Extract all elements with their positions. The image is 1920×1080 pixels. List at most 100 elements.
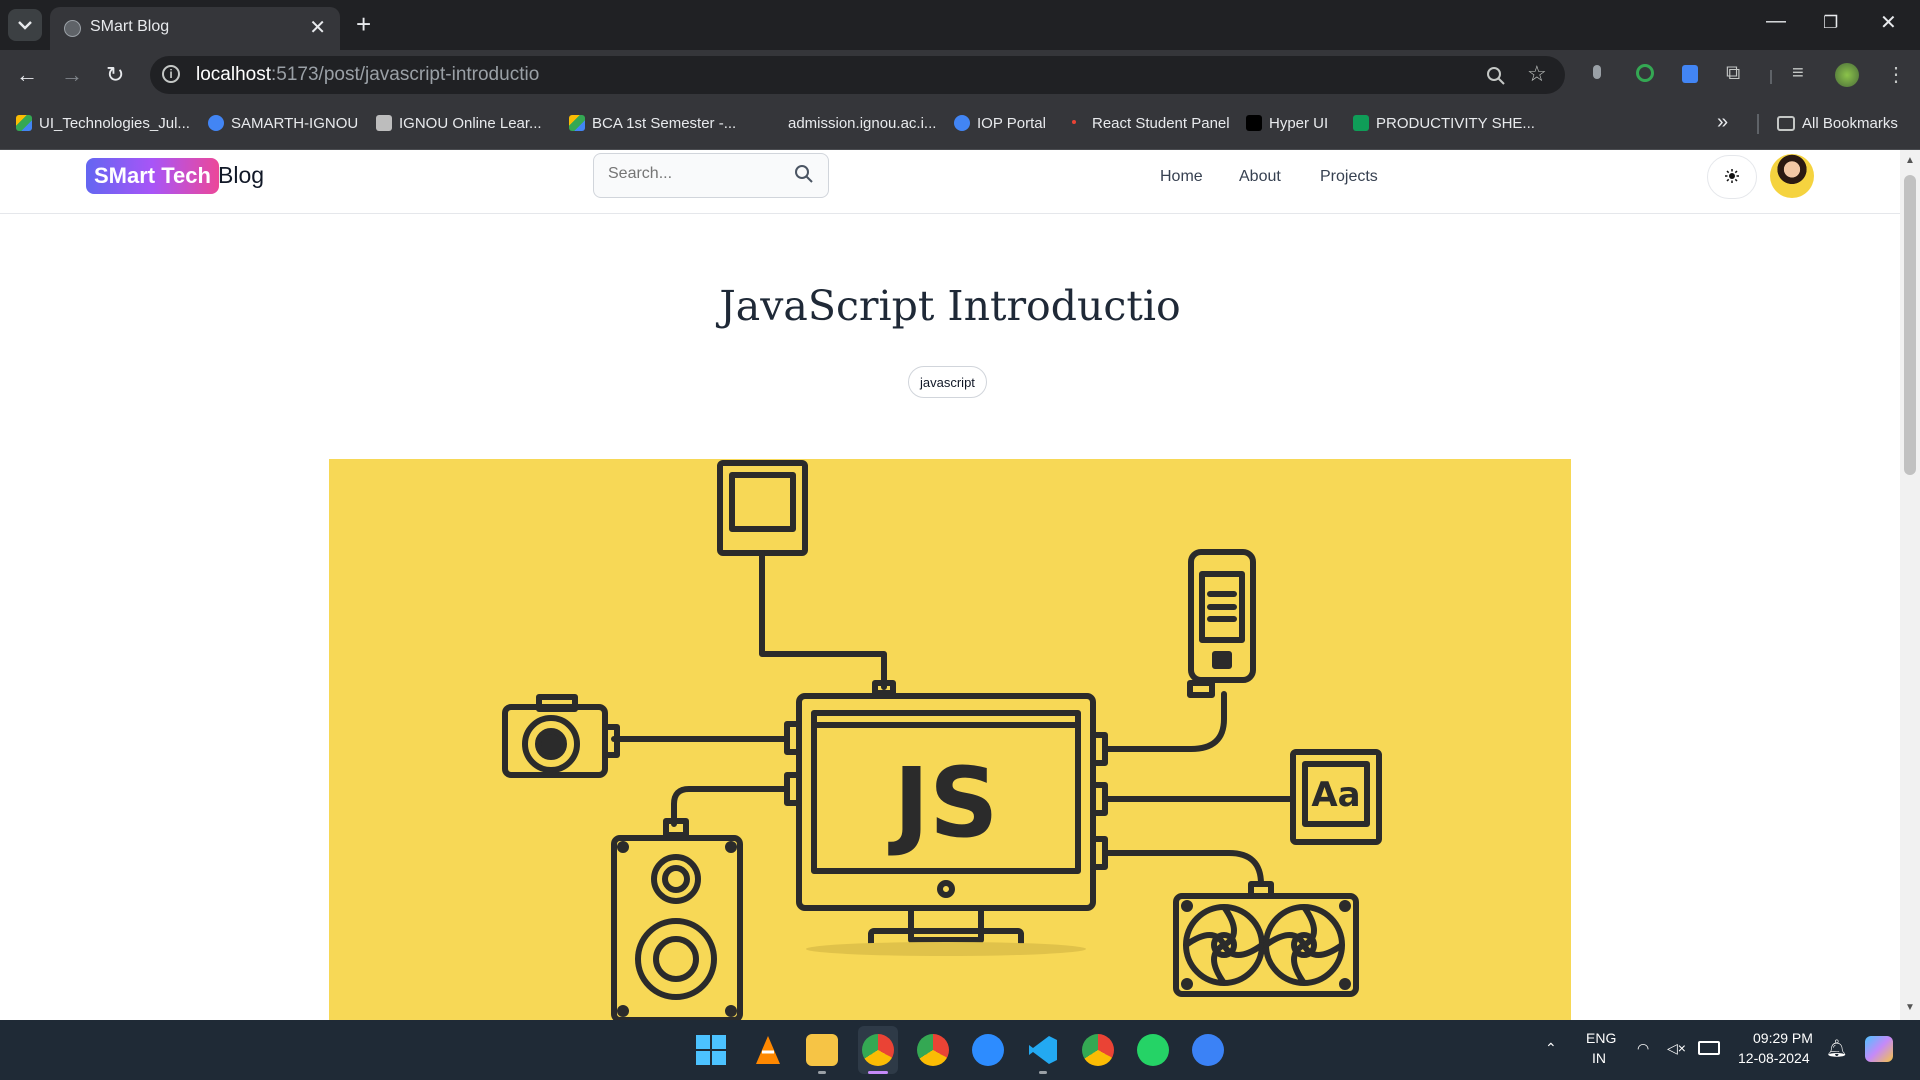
language-indicator[interactable]: ENG	[1586, 1030, 1616, 1046]
taskbar-active-indicator	[868, 1071, 888, 1074]
bookmark-label: Hyper UI	[1269, 115, 1329, 132]
extension-icon[interactable]	[1593, 65, 1601, 79]
close-tab-icon[interactable]: ✕	[309, 15, 326, 40]
bookmark-item[interactable]: PRODUCTIVITY SHE...	[1353, 115, 1535, 132]
theme-toggle-button[interactable]	[1707, 155, 1757, 199]
toolbar-divider	[1770, 70, 1772, 84]
chrome-icon[interactable]	[917, 1034, 949, 1066]
profile-avatar[interactable]	[1835, 63, 1859, 87]
bookmark-label: UI_Technologies_Jul...	[39, 115, 190, 132]
logo-badge[interactable]: SMart Tech	[86, 158, 219, 194]
bookmark-item[interactable]: IOP Portal	[954, 115, 1046, 132]
url-text[interactable]: localhost:5173/post/javascript-introduct…	[196, 64, 539, 86]
tab-search-dropdown[interactable]	[8, 9, 42, 41]
folder-icon	[1777, 116, 1795, 131]
bookmark-label: IOP Portal	[977, 115, 1046, 132]
site-info-icon[interactable]: i	[162, 65, 180, 83]
post-title: JavaScript Introductio	[719, 282, 1181, 330]
extensions-puzzle-icon[interactable]: ⧉	[1726, 62, 1740, 85]
chevron-down-icon	[18, 21, 32, 30]
drive-icon	[569, 115, 585, 131]
file-explorer-icon[interactable]	[806, 1034, 838, 1066]
globe-icon	[64, 20, 81, 37]
samarth-icon	[208, 115, 224, 131]
all-bookmarks-button[interactable]: All Bookmarks	[1777, 115, 1898, 132]
minimize-icon[interactable]: —	[1766, 10, 1786, 33]
bookmark-item[interactable]: Hyper UI	[1246, 115, 1328, 132]
bookmark-item[interactable]: admission.ignou.ac.i...	[788, 115, 936, 132]
all-bookmarks-label: All Bookmarks	[1802, 115, 1898, 132]
close-window-icon[interactable]: ✕	[1880, 10, 1897, 35]
menu-icon[interactable]: ⋮	[1886, 62, 1906, 87]
volume-muted-icon[interactable]: ◁×	[1667, 1040, 1686, 1057]
url-path: :5173/post/javascript-introductio	[271, 64, 540, 85]
browser-tab-bar: SMart Blog ✕ + — ❐ ✕	[0, 0, 1920, 50]
nav-about[interactable]: About	[1239, 168, 1281, 186]
scroll-up-icon[interactable]: ▲	[1905, 155, 1915, 166]
restore-icon[interactable]: ❐	[1823, 13, 1838, 33]
media-controls-icon[interactable]: ≡	[1792, 62, 1804, 85]
chrome-alt-icon[interactable]	[1082, 1034, 1114, 1066]
whatsapp-icon[interactable]	[1137, 1034, 1169, 1066]
grammar-extension-icon[interactable]	[1636, 64, 1654, 82]
vlc-icon[interactable]	[753, 1034, 783, 1066]
post-tag[interactable]: javascript	[908, 366, 987, 398]
scrollbar-thumb[interactable]	[1904, 175, 1916, 475]
post-hero-image: JS Aa	[329, 459, 1571, 1020]
search-input[interactable]	[606, 164, 790, 184]
clock-time[interactable]: 09:29 PM	[1753, 1030, 1813, 1046]
clock-date[interactable]: 12-08-2024	[1738, 1050, 1810, 1066]
bookmark-label: BCA 1st Semester -...	[592, 115, 737, 132]
reload-icon[interactable]: ↻	[106, 62, 124, 88]
windows-start-icon[interactable]	[695, 1034, 727, 1066]
app-store-icon[interactable]	[1192, 1034, 1224, 1066]
bookmark-label: IGNOU Online Lear...	[399, 115, 542, 132]
scroll-down-icon[interactable]: ▼	[1905, 1002, 1915, 1013]
zoom-app-icon[interactable]	[972, 1034, 1004, 1066]
iop-portal-icon	[954, 115, 970, 131]
bookmark-label: SAMARTH-IGNOU	[231, 115, 359, 132]
forward-icon[interactable]: →	[61, 62, 83, 88]
bookmark-label: PRODUCTIVITY SHE...	[1376, 115, 1535, 132]
bookmark-item[interactable]: UI_Technologies_Jul...	[16, 115, 190, 132]
tray-overflow-icon[interactable]: ⌃	[1545, 1040, 1557, 1057]
sheets-icon	[1353, 115, 1369, 131]
region-indicator: IN	[1592, 1050, 1606, 1066]
logo-text[interactable]: Blog	[218, 162, 264, 189]
user-avatar[interactable]	[1770, 154, 1814, 198]
search-icon[interactable]	[794, 164, 814, 184]
bookmark-item[interactable]: BCA 1st Semester -...	[569, 115, 736, 132]
react-icon	[1072, 120, 1076, 124]
notification-bell-icon[interactable]: 🔔︎	[1826, 1039, 1848, 1059]
browser-toolbar: ← → ↻ i localhost:5173/post/javascript-i…	[0, 50, 1920, 100]
region-code: IN	[1592, 1050, 1606, 1066]
drive-icon	[16, 115, 32, 131]
bookmark-item[interactable]: IGNOU Online Lear...	[376, 115, 542, 132]
hero-js-text: JS	[888, 747, 999, 859]
taskbar-indicator	[1039, 1071, 1047, 1074]
bookmark-item[interactable]: React Student Panel	[1072, 115, 1230, 132]
battery-icon[interactable]	[1698, 1041, 1720, 1055]
page-scrollbar[interactable]: ▲ ▼	[1900, 150, 1920, 1020]
windows-taskbar: ⌃ ENG IN ◠ ◁× 09:29 PM 12-08-2024 🔔︎	[0, 1020, 1920, 1080]
tab-title: SMart Blog	[90, 18, 170, 35]
url-host: localhost	[196, 64, 271, 85]
bookmark-item[interactable]: SAMARTH-IGNOU	[208, 115, 358, 132]
wifi-icon[interactable]: ◠	[1637, 1040, 1649, 1057]
new-tab-icon[interactable]: +	[356, 9, 371, 40]
hyperui-icon	[1246, 115, 1262, 131]
address-bar[interactable]: i localhost:5173/post/javascript-introdu…	[150, 56, 1565, 94]
vscode-icon[interactable]	[1027, 1034, 1059, 1066]
nav-home[interactable]: Home	[1160, 168, 1203, 186]
copilot-icon[interactable]	[1865, 1036, 1893, 1062]
docs-extension-icon[interactable]	[1682, 65, 1698, 83]
nav-projects[interactable]: Projects	[1320, 168, 1378, 186]
zoom-icon[interactable]	[1486, 66, 1506, 86]
bookmark-label: React Student Panel	[1092, 115, 1230, 132]
chrome-profile-icon[interactable]	[862, 1034, 894, 1066]
back-icon[interactable]: ←	[16, 62, 38, 88]
bookmarks-overflow-icon[interactable]: »	[1717, 111, 1728, 134]
bookmark-star-icon[interactable]: ☆	[1527, 61, 1547, 87]
taskbar-indicator	[818, 1071, 826, 1074]
browser-tab[interactable]: SMart Blog ✕	[50, 7, 340, 50]
